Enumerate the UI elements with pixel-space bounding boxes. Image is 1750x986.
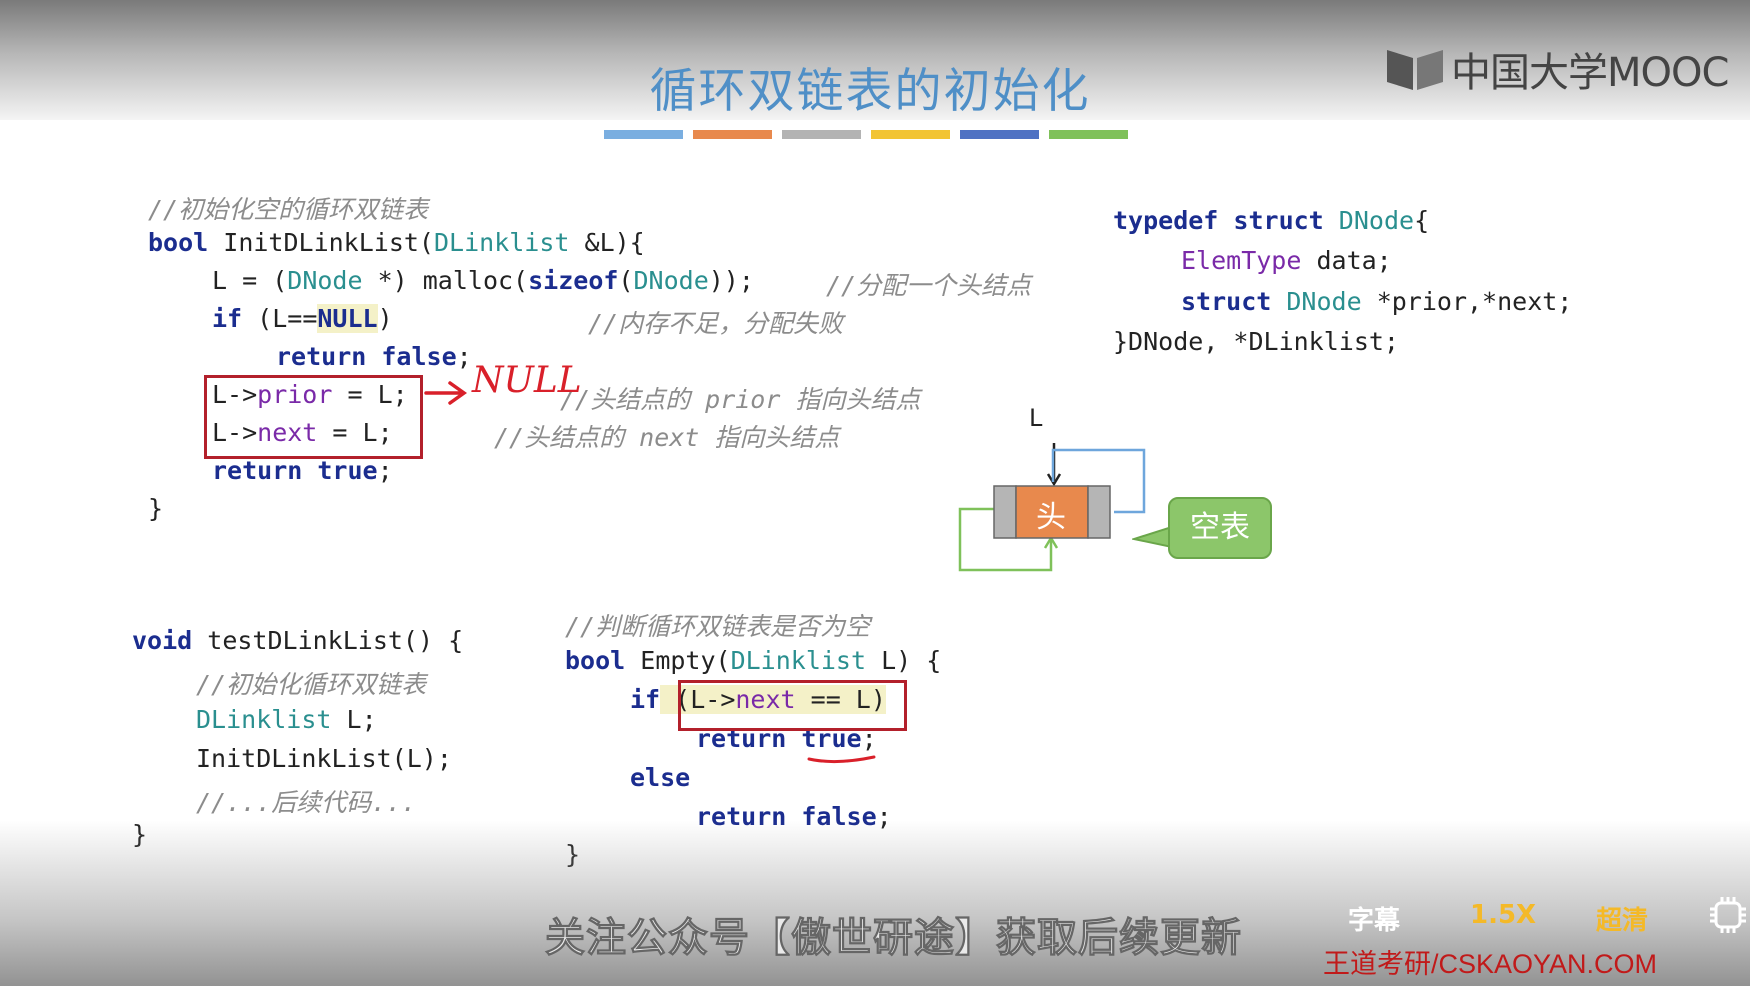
type-dlinklist: DLinklist (434, 228, 570, 257)
highlight-box-prior-next (204, 375, 423, 459)
init-sig-rest: &L){ (569, 228, 645, 257)
type-dlinklist: DLinklist (730, 646, 867, 675)
mooc-book-icon (1387, 50, 1443, 90)
empty-comment: //判断循环双链表是否为空 (565, 612, 871, 641)
null-annotation: NULL (472, 360, 582, 401)
empty-list-bubble: 空表 (1168, 497, 1272, 559)
mooc-logo: 中国大学MOOC (1385, 40, 1729, 98)
type-dnode: DNode (287, 266, 363, 295)
kw-if: if (630, 685, 661, 714)
code-text: )); (708, 266, 754, 295)
test-line-decl: DLinklist L; (196, 705, 377, 734)
quality-button[interactable]: 超清 (1596, 900, 1648, 937)
bubble-tail (1132, 525, 1172, 549)
init-comment: //初始化空的循环双链表 (148, 195, 429, 224)
comment-mem: //内存不足，分配失败 (588, 309, 844, 338)
kw-struct: struct (1233, 206, 1324, 235)
comment-next: //头结点的 next 指向头结点 (494, 423, 840, 452)
init-name: InitDLinkList( (208, 228, 434, 257)
kw-struct: struct (1181, 287, 1272, 316)
kw-typedef: typedef (1113, 206, 1219, 235)
comment-alloc: //分配一个头结点 (826, 271, 1032, 300)
code-text: *) malloc( (362, 266, 529, 295)
empty-list-diagram (958, 443, 1146, 572)
colorbar-yellow (871, 130, 950, 139)
init-line-if: if (L==NULL) (212, 304, 393, 333)
kw-sizeof: sizeof (528, 266, 619, 295)
code-text: ; (377, 456, 393, 485)
typedef-line3: struct DNode *prior,*next; (1181, 287, 1572, 316)
kw-bool: bool (565, 646, 626, 675)
init-signature: bool InitDLinkList(DLinklist &L){ (148, 228, 645, 257)
colorbar-orange (693, 130, 772, 139)
code-text: (L== (242, 304, 318, 333)
type-dnode: DNode (1338, 206, 1415, 235)
kw-else: else (630, 763, 691, 792)
kw-return: return (276, 342, 367, 371)
test-comment-rest: //...后续代码... (196, 788, 417, 817)
speed-button[interactable]: 1.5X (1470, 900, 1536, 930)
comment-prior: //头结点的 prior 指向头结点 (560, 385, 921, 414)
video-subtitle: 关注公众号【傲世研途】获取后续更新 (545, 915, 1242, 962)
caption-button[interactable]: 字幕 (1348, 900, 1400, 937)
kw-true: true (317, 456, 378, 485)
kw-void: void (132, 626, 193, 655)
highlight-box-condition (678, 680, 907, 731)
kw-false: false (381, 342, 457, 371)
code-text: ( (618, 266, 634, 295)
head-node-label: 头 (1036, 500, 1066, 535)
type-dlinklist: DLinklist (196, 705, 332, 734)
typedef-line2: ElemType data; (1181, 246, 1392, 275)
slide: 循环双链表的初始化 中国大学MOOC //初始化空的循环双链表 bool Ini… (0, 0, 1750, 986)
init-close-brace: } (148, 494, 164, 523)
empty-signature: bool Empty(DLinklist L) { (565, 646, 941, 675)
kw-null: NULL (317, 304, 378, 333)
colorbar-gray (782, 130, 861, 139)
typedef-line4: }DNode, *DLinklist; (1113, 327, 1399, 356)
type-dnode: DNode (633, 266, 709, 295)
code-text: testDLinkList() { (192, 626, 464, 655)
colorbar-blue (604, 130, 683, 139)
colorbar-green (1049, 130, 1128, 139)
code-text: L; (331, 705, 377, 734)
code-text: *prior,*next; (1361, 287, 1573, 316)
code-text: { (1414, 206, 1430, 235)
empty-else: else (630, 763, 690, 792)
gear-icon[interactable] (1708, 895, 1748, 935)
watermark: 王道考研/CSKAOYAN.COM (1323, 949, 1658, 979)
code-text: L) { (866, 646, 942, 675)
test-comment-init: //初始化循环双链表 (196, 670, 427, 699)
test-signature: void testDLinkList() { (132, 626, 463, 655)
init-line-malloc: L = (DNode *) malloc(sizeof(DNode)); (212, 266, 754, 295)
underline-annotation (807, 755, 876, 764)
code-text: L = ( (212, 266, 288, 295)
kw-if: if (212, 304, 243, 333)
kw-return: return (212, 456, 303, 485)
type-dnode: DNode (1286, 287, 1362, 316)
code-text: data; (1301, 246, 1392, 275)
test-line-call: InitDLinkList(L); (196, 744, 452, 773)
typedef-line1: typedef struct DNode{ (1113, 206, 1429, 235)
colorbar-navy (960, 130, 1039, 139)
init-line-return-true: return true; (212, 456, 393, 485)
pointer-label-L: L (1029, 404, 1043, 432)
logo-text: 中国大学MOOC (1451, 50, 1729, 96)
code-text: Empty( (625, 646, 731, 675)
kw-bool: bool (148, 228, 209, 257)
code-text: ) (377, 304, 393, 333)
code-text: ; (456, 342, 472, 371)
annotation-arrow (424, 381, 468, 405)
title-color-bar (604, 130, 1128, 139)
type-elemtype: ElemType (1181, 246, 1302, 275)
init-line-return-false: return false; (276, 342, 472, 371)
